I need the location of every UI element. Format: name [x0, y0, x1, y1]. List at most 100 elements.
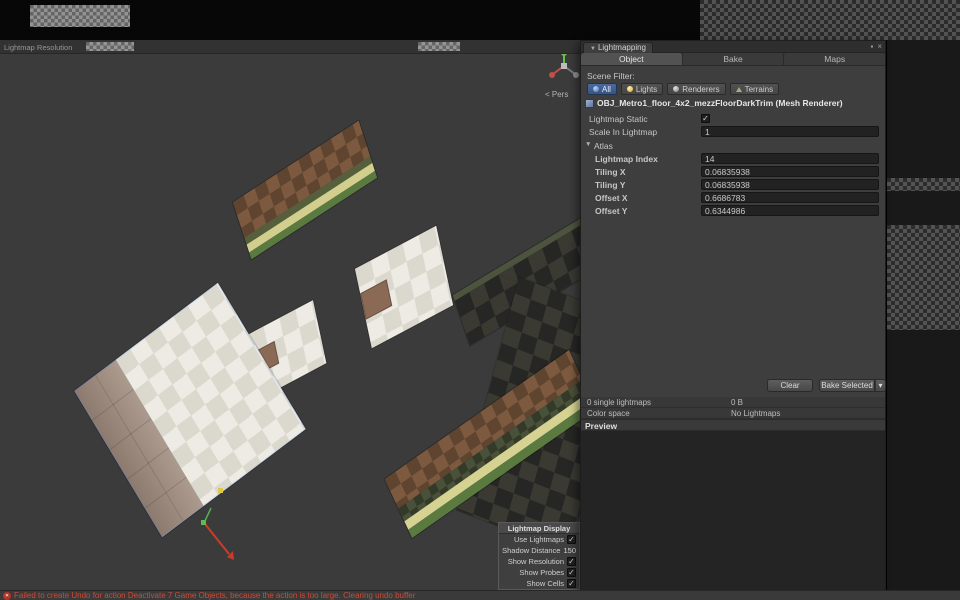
lightmap-index-label: Lightmap Index: [595, 154, 658, 164]
shadow-distance-field[interactable]: 150: [563, 546, 576, 555]
clear-button[interactable]: Clear: [767, 379, 813, 392]
scale-in-lightmap-field[interactable]: 1: [701, 126, 879, 137]
filter-renderers-button[interactable]: Renderers: [667, 83, 725, 95]
censored-region: [418, 42, 460, 51]
show-probes-checkbox[interactable]: ✓: [567, 568, 576, 577]
scene-orientation-gizmo[interactable]: [544, 48, 584, 88]
atlas-label[interactable]: Atlas: [594, 141, 613, 151]
tab-maps[interactable]: Maps: [784, 53, 885, 65]
show-cells-label: Show Cells: [526, 579, 564, 588]
preview-header[interactable]: Preview: [581, 419, 885, 431]
tiling-x-field[interactable]: 0.06835938: [701, 166, 879, 177]
top-toolbar: [0, 0, 960, 40]
atlas-foldout-row: ▼ Atlas: [581, 140, 885, 152]
lightmap-resolution-label: Lightmap Resolution: [4, 43, 72, 52]
error-message: Failed to create Undo for action Deactiv…: [14, 591, 415, 600]
filter-lights-label: Lights: [636, 85, 657, 94]
pane-menu-icon[interactable]: ▪: [870, 42, 873, 52]
bake-dropdown-button[interactable]: ▾: [875, 379, 886, 392]
bake-selected-button[interactable]: Bake Selected: [819, 379, 875, 392]
offset-x-field[interactable]: 0.6686783: [701, 192, 879, 203]
gizmo-x-cone[interactable]: [549, 72, 555, 78]
gizmo-red-axis[interactable]: [205, 524, 229, 554]
tab-bake[interactable]: Bake: [683, 53, 785, 65]
use-lightmaps-checkbox[interactable]: ✓: [567, 535, 576, 544]
right-side-panel-region: [886, 40, 960, 590]
show-cells-row: Show Cells ✓: [499, 578, 579, 589]
scale-in-lightmap-row: Scale In Lightmap 1: [581, 126, 885, 138]
object-name: OBJ_Metro1_floor_4x2_mezzFloorDarkTrim (…: [597, 98, 843, 108]
offset-x-row: Offset X 0.6686783: [581, 192, 885, 204]
scene-view-toolbar: Lightmap Resolution: [0, 40, 580, 54]
lightmap-static-label: Lightmap Static: [589, 114, 648, 124]
show-resolution-checkbox[interactable]: ✓: [567, 557, 576, 566]
tab-object[interactable]: Object: [581, 53, 683, 65]
lightmap-status-area: 0 single lightmaps 0 B Color space No Li…: [581, 397, 885, 419]
show-cells-checkbox[interactable]: ✓: [567, 579, 576, 588]
lights-filter-icon: [627, 86, 633, 92]
mesh-floor-plane-small-1[interactable]: [355, 226, 453, 349]
tab-caret-icon: ▼: [590, 46, 596, 52]
scene-viewport[interactable]: [0, 54, 580, 590]
lightmaps-size-value: 0 B: [731, 397, 743, 408]
show-resolution-label: Show Resolution: [508, 557, 564, 566]
bake-selected-group: Bake Selected ▾: [819, 379, 886, 392]
mesh-floor-trim-strip-top[interactable]: [233, 121, 377, 260]
offset-y-row: Offset Y 0.6344986: [581, 205, 885, 217]
lightmap-index-row: Lightmap Index 14: [581, 153, 885, 165]
unity-editor-window: Lightmap Resolution: [0, 0, 960, 600]
lightmap-index-field[interactable]: 14: [701, 153, 879, 164]
censored-region: [30, 5, 130, 27]
show-probes-label: Show Probes: [519, 568, 564, 577]
filter-all-label: All: [602, 85, 611, 94]
close-icon[interactable]: ×: [877, 42, 882, 52]
dropdown-caret-icon: ▾: [878, 381, 882, 390]
tiling-x-row: Tiling X 0.06835938: [581, 166, 885, 178]
lightmapping-tab[interactable]: ▼Lightmapping: [583, 42, 653, 53]
use-lightmaps-label: Use Lightmaps: [514, 535, 564, 544]
atlas-foldout-icon[interactable]: ▼: [585, 141, 591, 148]
window-titlebar[interactable]: ▼Lightmapping ▪ ×: [581, 41, 885, 53]
censored-region: [887, 225, 960, 330]
gizmo-z-cone[interactable]: [573, 72, 579, 78]
error-glyph: ✕: [5, 593, 9, 599]
lightmap-display-title: Lightmap Display: [499, 523, 579, 534]
tiling-y-field[interactable]: 0.06835938: [701, 179, 879, 190]
gizmo-green-handle[interactable]: [201, 520, 206, 525]
tab-maps-label: Maps: [824, 54, 845, 64]
offset-y-field[interactable]: 0.6344986: [701, 205, 879, 216]
use-lightmaps-row: Use Lightmaps ✓: [499, 534, 579, 545]
shadow-distance-label: Shadow Distance: [502, 546, 560, 555]
tiling-y-label: Tiling Y: [595, 180, 625, 190]
filter-lights-button[interactable]: Lights: [621, 83, 663, 95]
mesh-renderer-icon: [585, 99, 594, 108]
filter-all-button[interactable]: All: [587, 83, 617, 95]
censored-region: [887, 178, 960, 191]
censored-region: [86, 42, 134, 51]
lightmapping-window: ▼Lightmapping ▪ × Object Bake Maps Scene…: [580, 40, 886, 590]
color-space-value: No Lightmaps: [731, 408, 780, 419]
all-filter-icon: [593, 86, 599, 92]
preview-label: Preview: [585, 421, 617, 431]
lightmap-static-checkbox[interactable]: ✓: [701, 114, 710, 123]
gizmo-center-cube[interactable]: [561, 63, 567, 69]
move-gizmo[interactable]: [188, 478, 252, 573]
preview-area: [581, 431, 885, 591]
scale-in-lightmap-label: Scale In Lightmap: [589, 127, 657, 137]
inspector-tabbar: Object Bake Maps: [581, 53, 885, 66]
window-controls: ▪ ×: [870, 42, 882, 52]
gizmo-yellow-handle[interactable]: [218, 488, 223, 493]
filter-terrains-button[interactable]: Terrains: [730, 83, 779, 95]
lightmap-static-row: Lightmap Static ✓: [581, 113, 885, 125]
show-resolution-row: Show Resolution ✓: [499, 556, 579, 567]
status-bar[interactable]: ✕ Failed to create Undo for action Deact…: [0, 590, 960, 600]
tiling-x-label: Tiling X: [595, 167, 626, 177]
terrains-filter-icon: [736, 87, 742, 92]
selected-object-header: OBJ_Metro1_floor_4x2_mezzFloorDarkTrim (…: [585, 98, 883, 108]
tiling-y-row: Tiling Y 0.06835938: [581, 179, 885, 191]
window-title: Lightmapping: [598, 43, 646, 52]
shadow-distance-row: Shadow Distance 150: [499, 545, 579, 556]
tab-bake-label: Bake: [723, 54, 742, 64]
scene-filter-buttons: All Lights Renderers Terrains: [587, 83, 779, 95]
perspective-label[interactable]: < Pers: [545, 90, 568, 99]
